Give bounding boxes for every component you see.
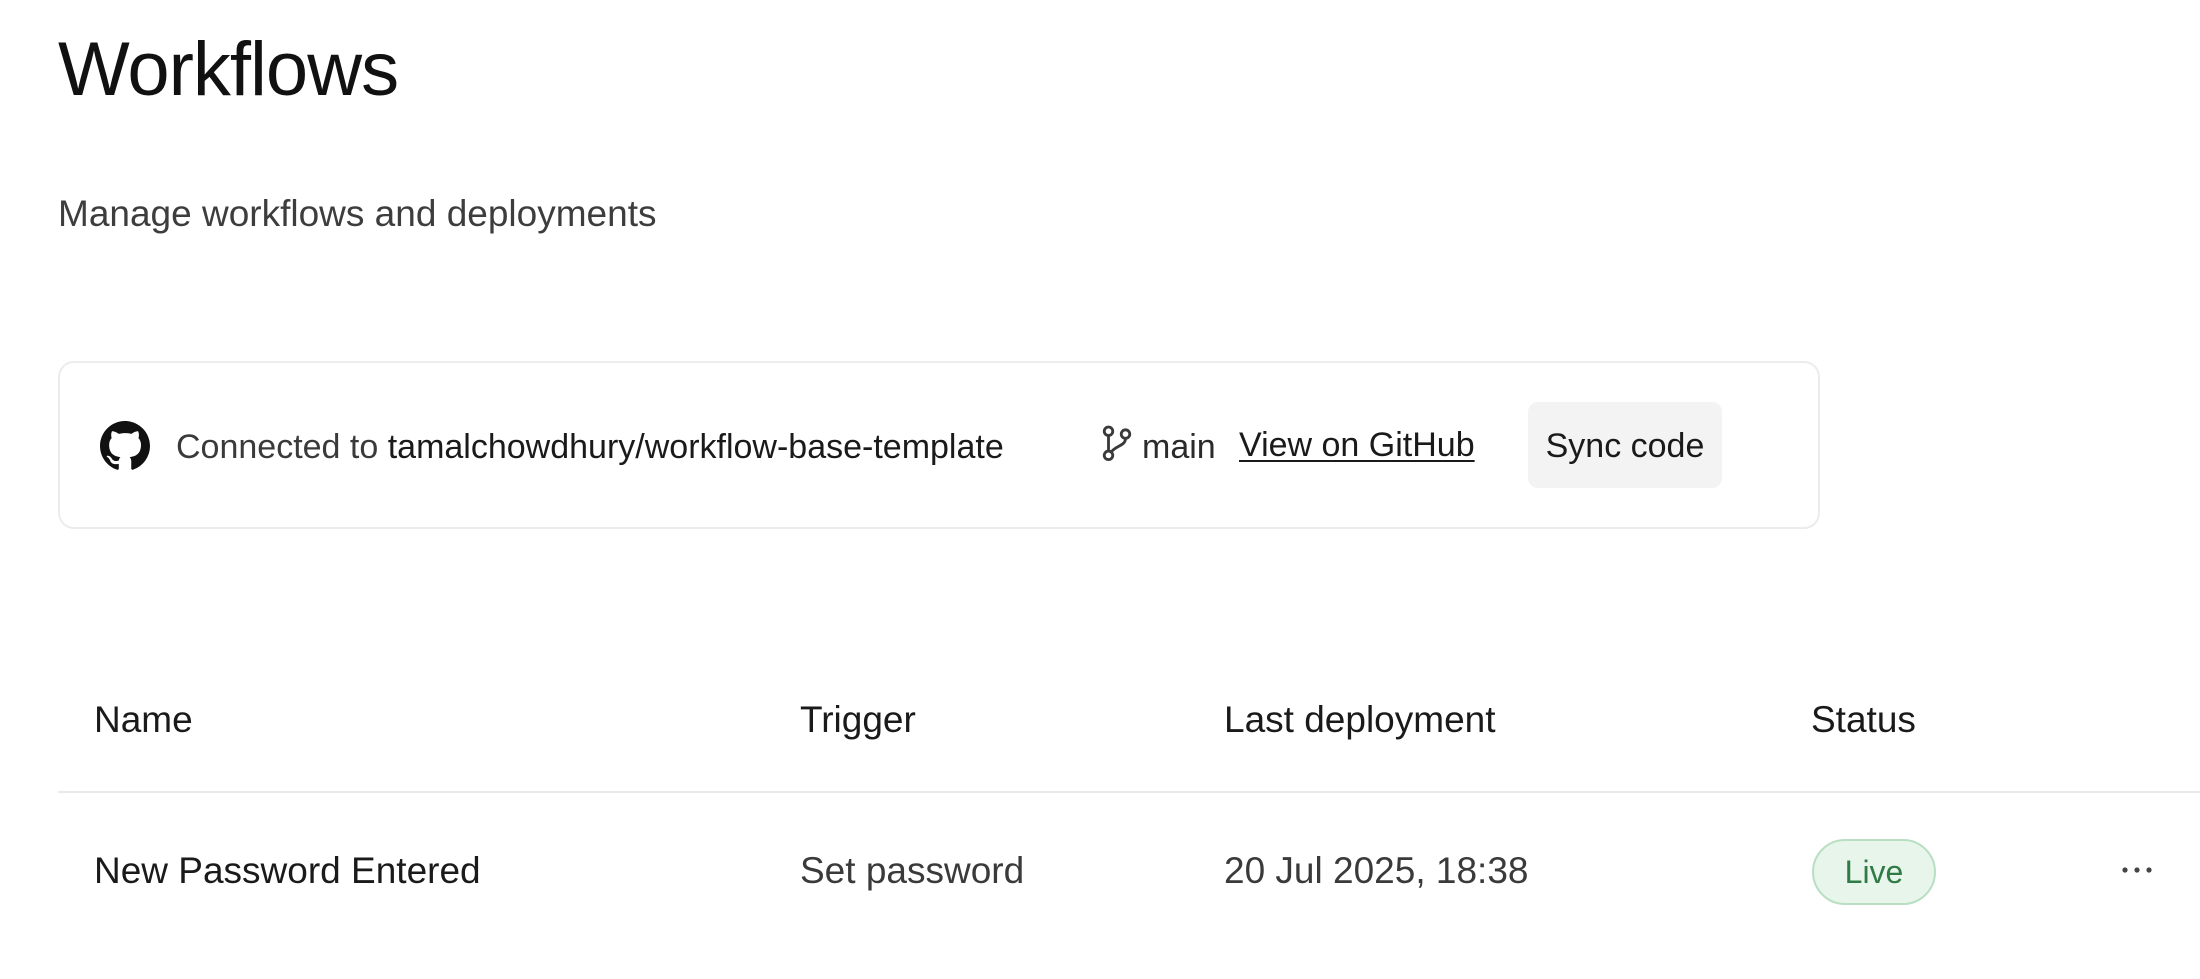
workflows-table-header: Name Trigger Last deployment Status: [58, 660, 2200, 793]
branch-name: main: [1142, 428, 1216, 466]
column-header-name[interactable]: Name: [94, 698, 193, 742]
git-branch-icon: [1102, 425, 1132, 461]
column-header-status[interactable]: Status: [1811, 698, 1916, 742]
page-subtitle: Manage workflows and deployments: [58, 193, 657, 234]
sync-code-button[interactable]: Sync code: [1528, 402, 1722, 488]
column-header-last-deployment[interactable]: Last deployment: [1224, 698, 1496, 742]
connected-to-label: Connected to: [176, 428, 379, 466]
github-icon: [100, 421, 150, 470]
table-row[interactable]: New Password Entered Set password 20 Jul…: [58, 793, 2200, 943]
page-title: Workflows: [58, 27, 399, 112]
view-on-github-link[interactable]: View on GitHub: [1239, 425, 1475, 466]
workflow-name[interactable]: New Password Entered: [94, 849, 481, 893]
repository-connection-text: Connected to tamalchowdhury/workflow-bas…: [176, 427, 1004, 468]
more-horizontal-icon: [2122, 867, 2152, 873]
workflow-trigger: Set password: [800, 850, 1025, 891]
repository-name: tamalchowdhury/workflow-base-template: [387, 428, 1004, 466]
repository-connection-card: Connected to tamalchowdhury/workflow-bas…: [58, 361, 1820, 529]
status-badge: Live: [1812, 839, 1936, 905]
workflow-last-deployment: 20 Jul 2025, 18:38: [1224, 850, 1529, 891]
workflows-page: Workflows Manage workflows and deploymen…: [0, 0, 2200, 979]
column-header-trigger[interactable]: Trigger: [800, 698, 916, 742]
row-actions-button[interactable]: [2110, 843, 2164, 897]
